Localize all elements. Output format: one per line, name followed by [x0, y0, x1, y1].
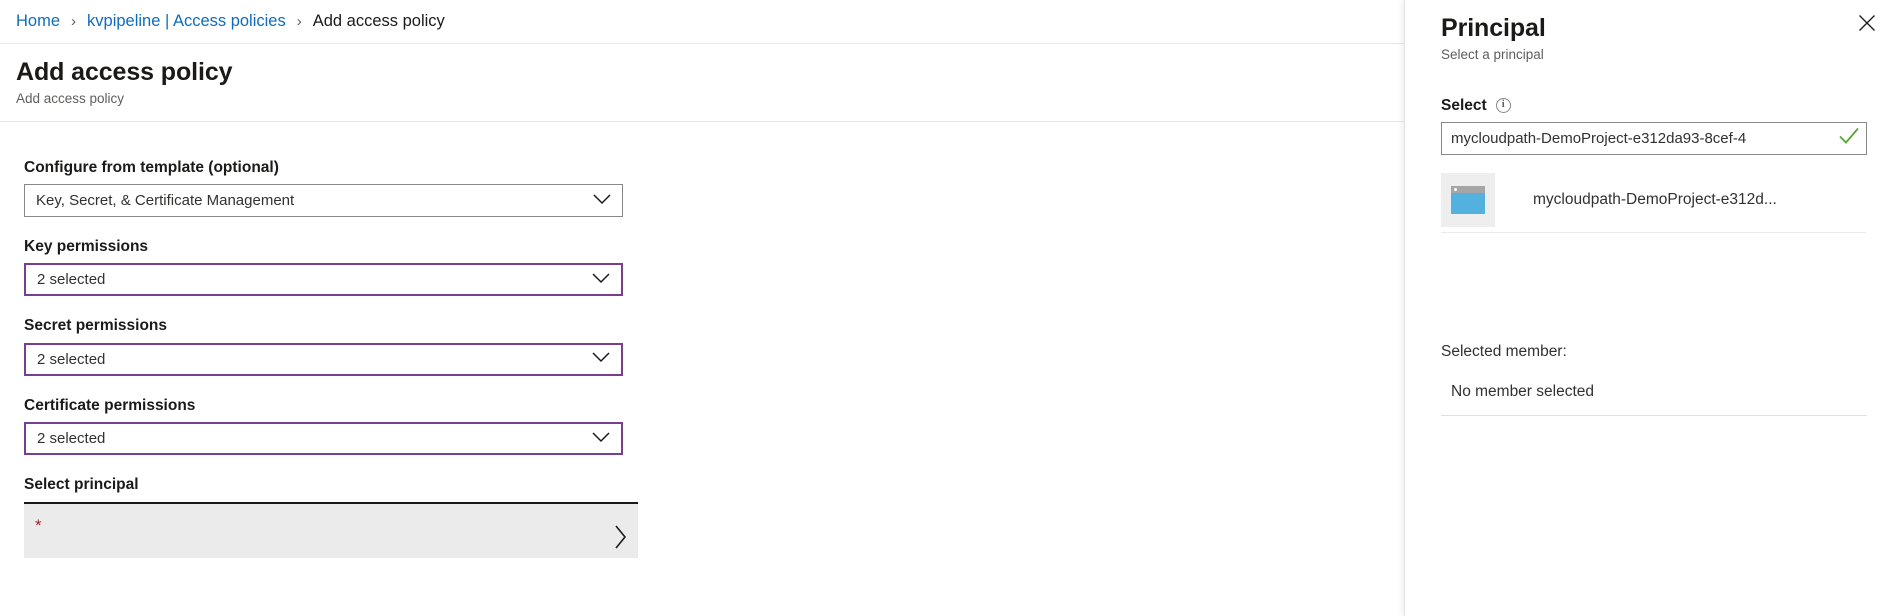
selected-member-value: No member selected — [1441, 383, 1867, 417]
secret-permissions-value: 2 selected — [37, 351, 106, 367]
certificate-permissions-value: 2 selected — [37, 431, 106, 447]
chevron-right-icon — [614, 524, 628, 555]
field-certificate-permissions: Certificate permissions 2 selected — [24, 396, 623, 456]
selected-member-section: Selected member: No member selected — [1441, 343, 1867, 417]
select-principal-picker[interactable]: * — [24, 501, 638, 558]
list-item-label: mycloudpath-DemoProject-e312d... — [1533, 190, 1777, 208]
select-label-row: Select i — [1441, 98, 1866, 114]
chevron-down-icon — [592, 430, 610, 448]
blade-title-block: Add access policy Add access policy — [0, 44, 1404, 122]
list-item[interactable]: mycloudpath-DemoProject-e312d... — [1441, 167, 1866, 234]
certificate-permissions-dropdown[interactable]: 2 selected — [24, 422, 623, 456]
avatar — [1441, 172, 1495, 227]
certificate-permissions-label: Certificate permissions — [24, 396, 196, 414]
select-label: Select — [1441, 96, 1487, 114]
panel-title: Principal — [1441, 14, 1546, 42]
principal-results-list: mycloudpath-DemoProject-e312d... — [1441, 167, 1866, 234]
chevron-down-icon — [592, 350, 610, 368]
close-icon[interactable] — [1852, 8, 1882, 38]
principal-search-value: mycloudpath-DemoProject-e312da93-8cef-4 — [1451, 131, 1747, 147]
access-policy-form: Configure from template (optional) Key, … — [0, 122, 1404, 558]
field-select-principal: Select principal * — [24, 475, 638, 558]
configure-from-template-value: Key, Secret, & Certificate Management — [36, 193, 295, 209]
selected-member-label: Selected member: — [1441, 343, 1567, 361]
breadcrumb-item-add-access-policy: Add access policy — [312, 12, 445, 31]
chevron-down-icon — [593, 192, 611, 210]
key-permissions-label: Key permissions — [24, 238, 149, 256]
page-subtitle: Add access policy — [16, 90, 125, 106]
panel-subtitle: Select a principal — [1441, 46, 1544, 62]
add-access-policy-blade: Home › kvpipeline | Access policies › Ad… — [0, 0, 1404, 616]
info-icon[interactable]: i — [1495, 98, 1511, 113]
breadcrumb: Home › kvpipeline | Access policies › Ad… — [0, 0, 1404, 44]
page-root: Home › kvpipeline | Access policies › Ad… — [0, 0, 1902, 616]
panel-header: Principal Select a principal — [1405, 0, 1902, 62]
secret-permissions-dropdown[interactable]: 2 selected — [24, 342, 623, 376]
required-indicator: * — [35, 515, 42, 535]
breadcrumb-separator-icon: › — [71, 13, 77, 30]
field-configure-from-template: Configure from template (optional) Key, … — [24, 158, 623, 218]
configure-from-template-label: Configure from template (optional) — [24, 158, 279, 176]
breadcrumb-item-kvpipeline-access-policies[interactable]: kvpipeline | Access policies — [87, 13, 286, 30]
principal-search-input[interactable]: mycloudpath-DemoProject-e312da93-8cef-4 — [1441, 122, 1867, 156]
key-permissions-value: 2 selected — [37, 272, 106, 288]
field-key-permissions: Key permissions 2 selected — [24, 237, 623, 297]
chevron-down-icon — [592, 271, 610, 289]
page-title: Add access policy — [16, 58, 233, 86]
breadcrumb-separator-icon: › — [296, 13, 302, 30]
configure-from-template-dropdown[interactable]: Key, Secret, & Certificate Management — [24, 184, 623, 218]
application-window-icon — [1451, 185, 1485, 214]
breadcrumb-item-home[interactable]: Home — [16, 13, 60, 30]
secret-permissions-label: Secret permissions — [24, 317, 168, 335]
panel-body: Select i mycloudpath-DemoProject-e312da9… — [1405, 62, 1902, 417]
select-principal-label: Select principal — [24, 476, 139, 494]
principal-context-panel: Principal Select a principal Select i my… — [1404, 0, 1902, 616]
key-permissions-dropdown[interactable]: 2 selected — [24, 263, 623, 297]
field-secret-permissions: Secret permissions 2 selected — [24, 316, 623, 376]
checkmark-icon — [1838, 126, 1860, 151]
